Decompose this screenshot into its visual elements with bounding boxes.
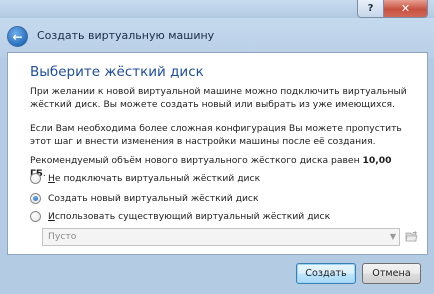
option-label: Использовать существующий виртуальный жё…: [48, 210, 331, 222]
create-button[interactable]: Создать: [296, 263, 356, 284]
recommended-prefix: Рекомендуемый объём нового виртуального …: [30, 155, 360, 166]
close-icon: ✕: [400, 2, 411, 15]
back-arrow-icon: ←: [12, 29, 23, 44]
option-no-disk[interactable]: Не подключать виртуальный жёсткий диск: [30, 171, 260, 185]
dialog-title: Создать виртуальную машину: [37, 29, 215, 42]
cancel-button[interactable]: Отмена: [362, 263, 421, 284]
close-button[interactable]: ✕: [384, 0, 428, 18]
radio-create-disk[interactable]: [30, 192, 41, 204]
help-icon: ?: [367, 3, 374, 14]
existing-disk-value: Пусто: [48, 231, 77, 242]
advanced-config-text: Если Вам необходима более сложная конфиг…: [30, 123, 402, 147]
wizard-page: Выберите жёсткий диск При желании к ново…: [7, 52, 428, 255]
chevron-down-icon: ▼: [389, 232, 396, 241]
folder-open-icon[interactable]: [405, 230, 418, 243]
radio-no-disk[interactable]: [30, 172, 41, 184]
option-label: Создать новый виртуальный жёсткий диск: [48, 192, 259, 204]
help-button[interactable]: ?: [357, 0, 384, 18]
page-title: Выберите жёсткий диск: [30, 64, 204, 80]
intro-text: При желании к новой виртуальной машине м…: [30, 86, 407, 110]
option-create-disk[interactable]: Создать новый виртуальный жёсткий диск: [30, 191, 259, 205]
radio-existing-disk[interactable]: [30, 210, 41, 222]
back-button[interactable]: ←: [7, 26, 28, 47]
existing-disk-select[interactable]: Пусто ▼: [42, 228, 400, 246]
option-label: Не подключать виртуальный жёсткий диск: [48, 172, 261, 184]
option-existing-disk[interactable]: Использовать существующий виртуальный жё…: [30, 209, 330, 223]
window-controls: ? ✕: [357, 0, 428, 18]
dialog-window: ? ✕ ← Создать виртуальную машину Выберит…: [0, 0, 434, 294]
title-bar: ? ✕: [0, 0, 434, 18]
